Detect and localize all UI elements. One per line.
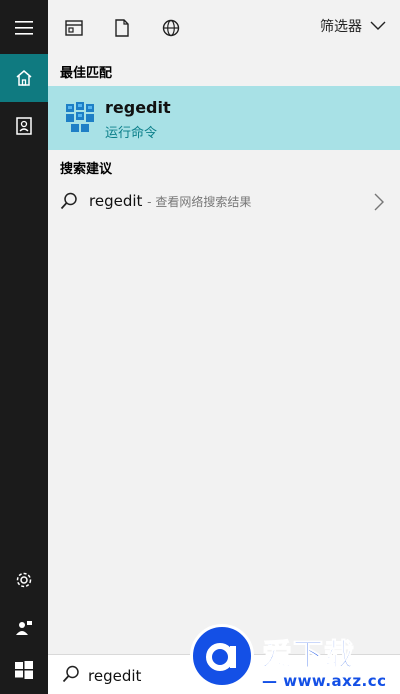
watermark-a-icon	[206, 643, 236, 671]
chevron-down-icon	[370, 21, 386, 30]
suggestions-heading: 搜索建议	[60, 162, 113, 177]
apps-scope-button[interactable]	[63, 17, 85, 39]
suggestion-text: regedit - 查看网络搜索结果	[89, 192, 251, 210]
suggestion-term: regedit	[89, 192, 143, 210]
watermark-title: 爱下载	[262, 638, 355, 674]
settings-icon	[16, 572, 32, 588]
best-match-heading: 最佳匹配	[60, 66, 113, 81]
web-scope-button[interactable]	[160, 17, 182, 39]
watermark-logo	[190, 624, 254, 688]
chevron-right-icon	[374, 193, 384, 211]
left-rail	[0, 0, 48, 694]
registry-editor-icon	[66, 102, 94, 132]
search-icon	[60, 192, 77, 210]
apps-icon	[65, 20, 83, 36]
hamburger-icon	[15, 21, 33, 35]
notebook-button[interactable]	[0, 102, 48, 150]
search-icon	[62, 665, 79, 683]
document-icon	[115, 19, 129, 37]
menu-button[interactable]	[0, 4, 48, 52]
notebook-icon	[16, 117, 32, 135]
start-button[interactable]	[0, 646, 48, 694]
home-button[interactable]	[0, 54, 48, 102]
settings-button[interactable]	[0, 556, 48, 604]
search-scope-toolbar: 筛选器	[48, 0, 400, 56]
globe-icon	[162, 19, 180, 37]
documents-scope-button[interactable]	[111, 17, 133, 39]
filter-label: 筛选器	[320, 19, 362, 35]
feedback-button[interactable]	[0, 604, 48, 652]
search-results: 最佳匹配 regedit 运行命令 搜索建议 regedit - 查看网络搜索结…	[48, 56, 400, 654]
home-icon	[16, 70, 32, 86]
user-feedback-icon	[16, 621, 32, 635]
windows-start-icon	[15, 661, 33, 679]
web-suggestion-item[interactable]: regedit - 查看网络搜索结果	[48, 184, 400, 220]
best-match-title: regedit	[105, 98, 171, 117]
suggestion-description: - 查看网络搜索结果	[147, 195, 252, 209]
watermark-domain: — www.axz.cc —	[262, 672, 387, 694]
filter-dropdown[interactable]: 筛选器	[320, 16, 386, 36]
best-match-item[interactable]: regedit 运行命令	[48, 86, 400, 150]
best-match-subtitle: 运行命令	[105, 126, 158, 141]
